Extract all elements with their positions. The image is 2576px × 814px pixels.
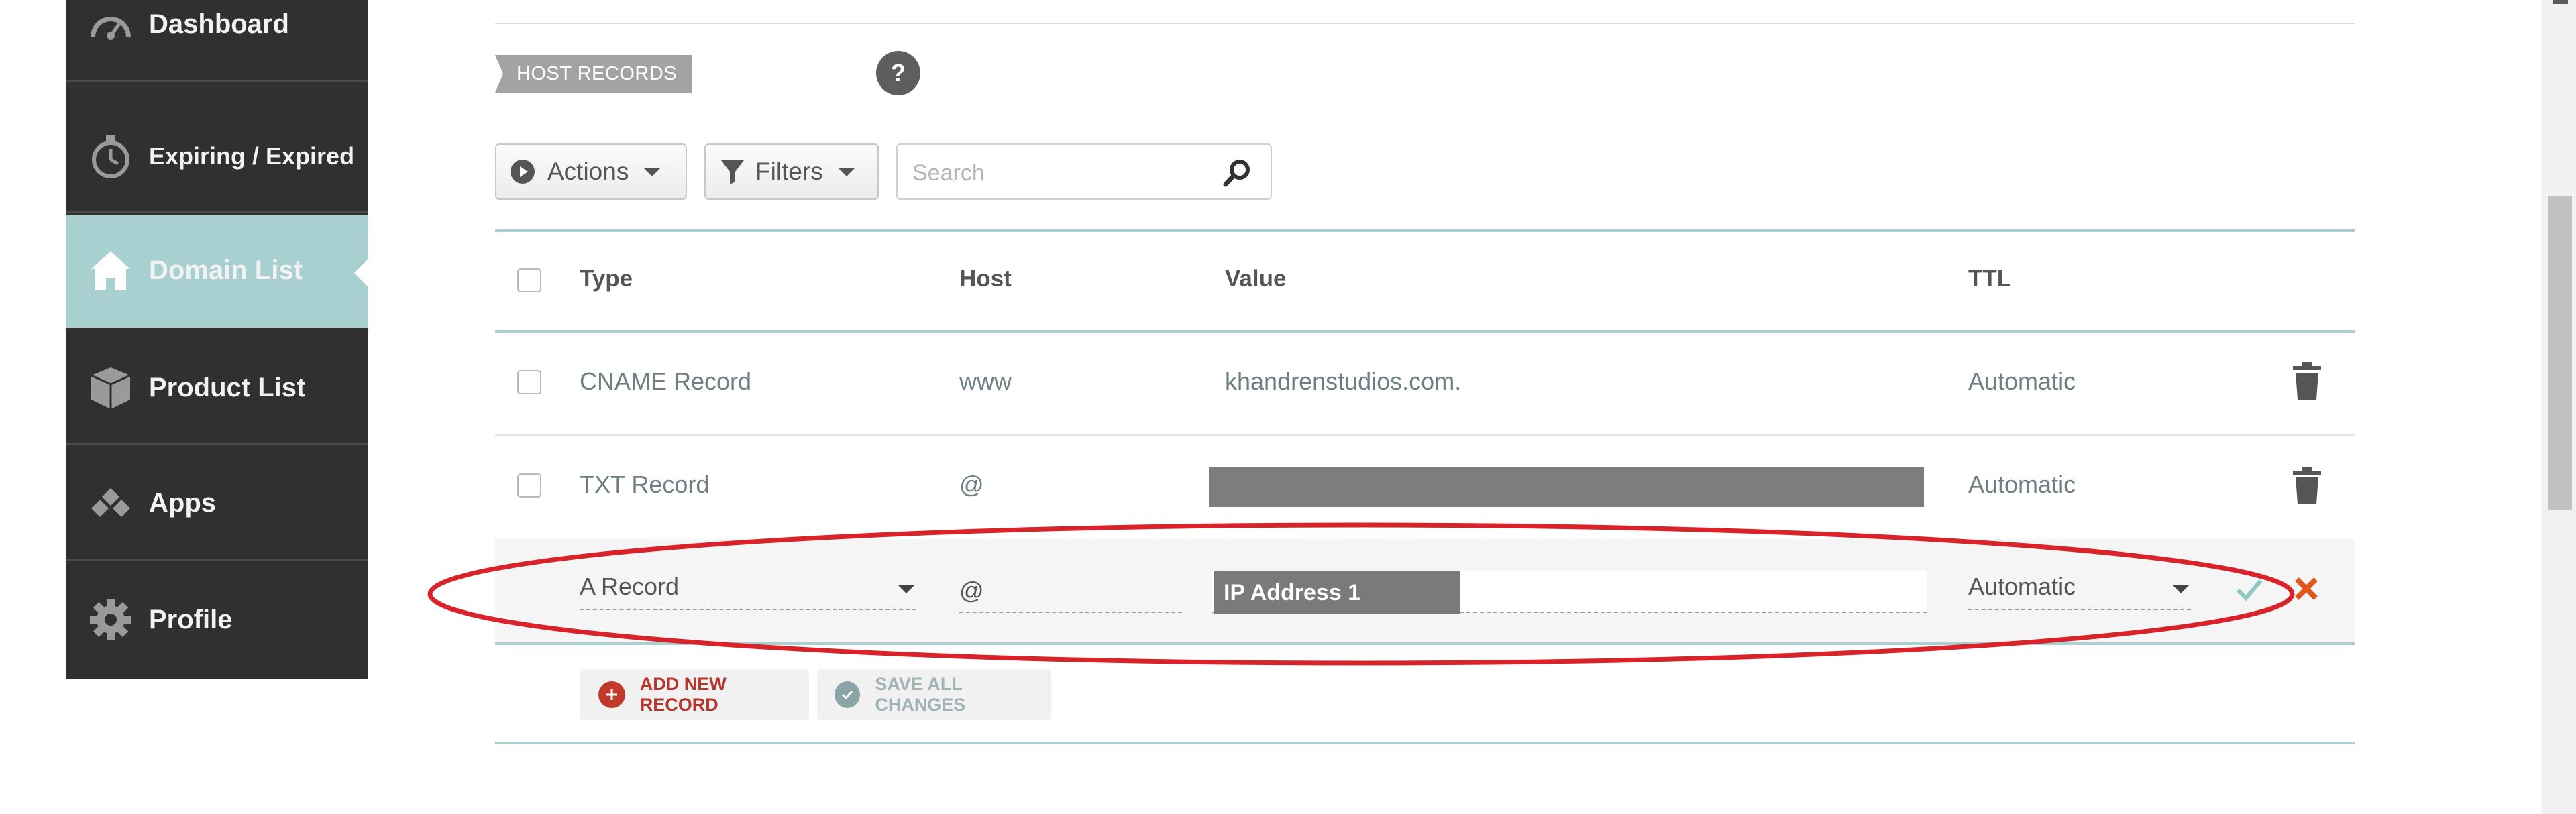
sidebar-item-expiring[interactable]: Expiring / Expired — [66, 101, 368, 213]
play-circle-icon — [510, 159, 535, 184]
sidebar-item-label: Product List — [149, 373, 306, 402]
sidebar-item-label: Domain List — [149, 255, 303, 285]
record-ttl: Automatic — [1968, 471, 2076, 498]
sidebar-item-domain-list[interactable]: Domain List — [66, 215, 369, 328]
filters-label: Filters — [755, 158, 823, 185]
record-host: @ — [959, 471, 984, 498]
checkmark-icon[interactable] — [2234, 574, 2265, 605]
apps-icon — [87, 480, 134, 527]
page: Dashboard Expiring / Expired Domain List… — [0, 0, 2576, 814]
value-input-selected-text: IP Address 1 — [1214, 571, 1460, 614]
search-icon[interactable] — [1222, 158, 1252, 188]
actions-button[interactable]: Actions — [495, 143, 687, 200]
record-type: TXT Record — [580, 471, 710, 498]
sidebar-item-profile[interactable]: Profile — [66, 563, 368, 676]
column-header-ttl[interactable]: TTL — [1968, 266, 2011, 292]
select-all-checkbox[interactable] — [517, 268, 541, 292]
sidebar-item-label: Profile — [149, 604, 233, 634]
check-circle-icon — [835, 681, 861, 708]
chevron-down-icon — [643, 167, 661, 176]
record-ttl: Automatic — [1968, 367, 2076, 395]
sidebar-item-label: Expiring / Expired — [149, 141, 355, 170]
sidebar-item-dashboard[interactable]: Dashboard — [66, 0, 368, 82]
close-icon[interactable] — [2293, 575, 2320, 602]
filter-icon — [720, 159, 745, 184]
search-input[interactable] — [911, 154, 1209, 192]
actions-label: Actions — [547, 158, 629, 185]
chevron-down-icon — [837, 167, 855, 176]
record-type-value: A Record — [580, 573, 680, 600]
sidebar-item-product-list[interactable]: Product List — [66, 333, 368, 445]
speedometer-icon — [87, 1, 134, 48]
redacted-value — [1209, 467, 1924, 507]
record-type-select[interactable]: A Record — [580, 567, 916, 610]
record-type: CNAME Record — [580, 367, 752, 395]
scrollbar-thumb[interactable] — [2548, 196, 2572, 510]
highlight-ellipse — [427, 522, 2295, 666]
gear-icon — [87, 596, 134, 643]
section-title-badge: HOST RECORDS — [495, 55, 692, 93]
sidebar-item-label: Dashboard — [149, 9, 289, 39]
sidebar: Dashboard Expiring / Expired Domain List… — [66, 0, 369, 679]
home-icon — [87, 247, 134, 294]
row-checkbox[interactable] — [517, 473, 541, 498]
filters-button[interactable]: Filters — [704, 143, 879, 200]
table-header-border — [495, 330, 2355, 333]
chevron-down-icon — [2172, 585, 2190, 593]
save-all-changes-button[interactable]: SAVE ALL CHANGES — [817, 669, 1051, 720]
table-bottom-border — [495, 642, 2355, 645]
ttl-select[interactable]: Automatic — [1968, 567, 2191, 610]
sidebar-item-apps[interactable]: Apps — [66, 448, 368, 561]
table-top-border — [495, 229, 2355, 232]
section-bottom-border — [495, 742, 2355, 744]
value-input[interactable]: IP Address 1 — [1212, 571, 1927, 614]
trash-icon[interactable] — [2292, 467, 2322, 504]
add-new-record-button[interactable]: ADD NEW RECORD — [580, 669, 809, 720]
sidebar-item-label: Apps — [149, 488, 216, 518]
record-host: www — [959, 367, 1012, 395]
plus-circle-icon — [598, 681, 625, 708]
column-header-value[interactable]: Value — [1225, 266, 1286, 292]
scroll-up-arrow-icon[interactable] — [2553, 0, 2568, 4]
save-all-changes-label: SAVE ALL CHANGES — [875, 674, 966, 715]
column-header-host[interactable]: Host — [959, 266, 1012, 292]
box-icon — [87, 365, 134, 412]
ttl-value: Automatic — [1968, 573, 2076, 600]
stopwatch-icon — [87, 133, 134, 180]
record-value: khandrenstudios.com. — [1225, 367, 1462, 395]
help-button[interactable]: ? — [876, 51, 920, 95]
top-divider — [495, 23, 2355, 24]
chevron-down-icon — [898, 585, 915, 593]
trash-icon[interactable] — [2292, 362, 2322, 400]
search-box — [896, 143, 1272, 200]
column-header-type[interactable]: Type — [580, 266, 633, 292]
add-new-record-label: ADD NEW RECORD — [639, 674, 727, 715]
row-divider — [495, 434, 2355, 436]
host-input[interactable] — [959, 570, 1182, 613]
row-checkbox[interactable] — [517, 370, 541, 394]
